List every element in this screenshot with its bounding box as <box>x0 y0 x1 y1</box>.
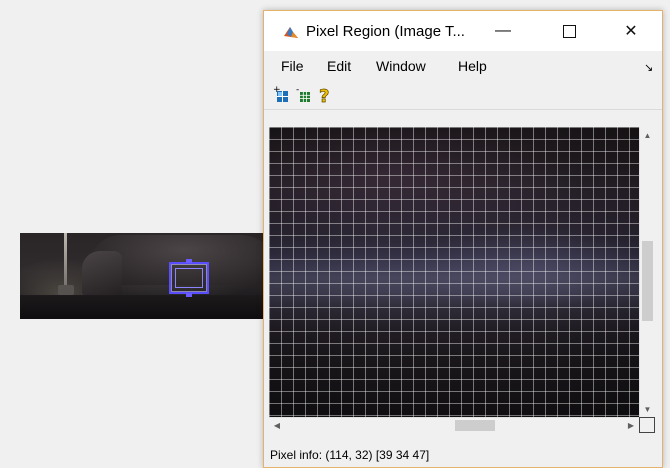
scroll-down-icon[interactable]: ▼ <box>640 401 655 417</box>
pixel-grid-view[interactable] <box>269 127 639 417</box>
menu-file[interactable]: File <box>281 58 304 74</box>
help-question-icon[interactable]: ? <box>314 84 336 106</box>
image-content <box>20 295 270 319</box>
maximize-icon <box>562 24 576 38</box>
pixel-gridlines <box>269 127 639 417</box>
window-title: Pixel Region (Image T... <box>306 23 465 40</box>
scrollbar-corner <box>639 417 655 433</box>
dock-icon[interactable]: ↘ <box>644 61 653 74</box>
close-icon: ✕ <box>624 23 638 40</box>
minimize-button[interactable]: — <box>480 11 526 51</box>
menu-edit[interactable]: Edit <box>327 58 351 74</box>
svg-text:-: - <box>296 85 299 95</box>
image-tool-image[interactable] <box>20 233 270 319</box>
svg-text:?: ? <box>319 86 329 106</box>
horizontal-scroll-thumb[interactable] <box>455 420 495 431</box>
desktop: Pixel Region (Image T... — ✕ File Edit W… <box>0 0 670 468</box>
pixel-region-rectangle[interactable] <box>169 259 209 297</box>
title-bar[interactable]: Pixel Region (Image T... — ✕ <box>264 11 662 51</box>
maximize-button[interactable] <box>546 11 592 51</box>
vertical-scrollbar[interactable]: ▲ ▼ <box>639 127 655 417</box>
image-content <box>58 285 74 295</box>
rectangle-handle-top[interactable] <box>186 259 192 263</box>
menu-bar: File Edit Window Help ↘ <box>264 51 662 81</box>
minimize-icon: — <box>495 22 511 39</box>
image-content <box>64 233 67 293</box>
scroll-right-icon[interactable]: ▶ <box>623 418 639 433</box>
horizontal-scrollbar[interactable]: ◀ ▶ <box>269 417 639 433</box>
rectangle-handle-bottom[interactable] <box>186 293 192 297</box>
toolbar: + - ? <box>264 81 662 110</box>
scroll-up-icon[interactable]: ▲ <box>640 127 655 143</box>
scroll-left-icon[interactable]: ◀ <box>269 418 285 433</box>
matlab-icon <box>284 27 298 38</box>
pixel-info-label: Pixel info: (114, 32) [39 34 47] <box>270 448 430 462</box>
image-content <box>82 251 122 296</box>
menu-help[interactable]: Help <box>458 58 487 74</box>
menu-window[interactable]: Window <box>376 58 426 74</box>
close-button[interactable]: ✕ <box>608 11 654 51</box>
shrink-grid-icon[interactable]: - <box>292 84 314 106</box>
vertical-scroll-thumb[interactable] <box>642 241 653 321</box>
pixel-region-window: Pixel Region (Image T... — ✕ File Edit W… <box>263 10 663 468</box>
pixel-region-rectangle-inner <box>175 268 203 288</box>
expand-grid-icon[interactable]: + <box>270 84 292 106</box>
status-bar: Pixel info: (114, 32) [39 34 47] <box>264 443 662 467</box>
